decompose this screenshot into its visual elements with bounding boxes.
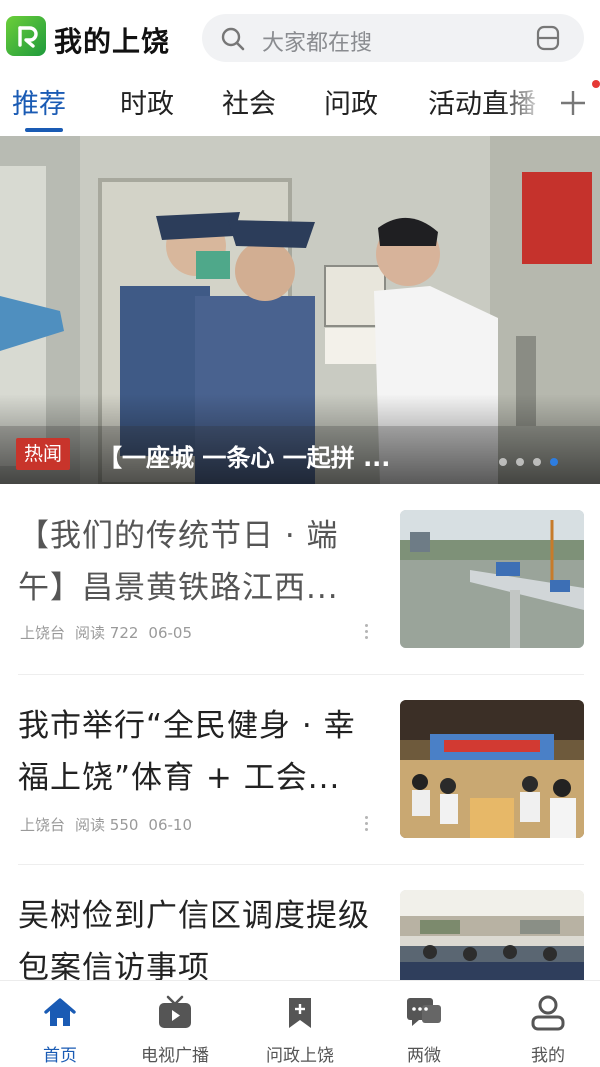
user-icon [531,995,565,1031]
news-thumbnail[interactable] [400,700,584,838]
news-meta: 上饶台 阅读 550 06-10 [20,814,202,835]
tab-society[interactable]: 社会 [222,82,276,121]
tab-recommend[interactable]: 推荐 [12,82,66,121]
nav-label: 两微 [407,1046,441,1066]
nav-inquiry[interactable]: 问政上饶 [240,981,360,1067]
news-reads: 阅读 722 [75,624,139,642]
nav-home[interactable]: 首页 [0,981,120,1067]
carousel-dot[interactable] [516,458,524,466]
scan-icon[interactable] [534,24,562,52]
news-source: 上饶台 [20,624,66,642]
app-logo-icon [6,16,46,56]
news-item[interactable]: 【我们的传统节日 · 端午】昌景黄铁路江西... 上饶台 阅读 722 06-05 [0,484,600,674]
news-date: 06-10 [148,816,193,834]
nav-label: 我的 [531,1046,565,1066]
news-source: 上饶台 [20,816,66,834]
news-reads: 阅读 550 [75,816,139,834]
headline-banner[interactable]: 热闻 【一座城 一条心 一起拼 ... [0,136,600,484]
nav-tv-radio[interactable]: 电视广播 [115,981,235,1067]
carousel-dots [499,458,558,466]
chat-icon [407,998,441,1026]
banner-title[interactable]: 【一座城 一条心 一起拼 ... [98,438,390,473]
hot-news-badge: 热闻 [16,438,71,470]
nav-profile[interactable]: 我的 [488,981,600,1067]
tv-icon [159,995,191,1028]
tab-fade [500,80,552,130]
category-tabs: 推荐 时政 社会 问政 活动直播 [0,80,600,136]
tab-politics[interactable]: 时政 [120,82,174,121]
news-title[interactable]: 吴树俭到广信区调度提级包案信访事项 [18,890,380,994]
carousel-dot[interactable] [533,458,541,466]
nav-label: 首页 [43,1046,77,1066]
notification-dot [592,80,600,88]
bottom-navigation: 首页 电视广播 问政上饶 两微 我的 [0,980,600,1067]
news-title[interactable]: 我市举行“全民健身 · 幸福上饶”体育 + 工会... [18,700,380,804]
news-thumbnail[interactable] [400,890,584,980]
nav-label: 电视广播 [141,1046,209,1066]
news-meta: 上饶台 阅读 722 06-05 [20,622,202,643]
search-icon [221,27,245,51]
active-tab-indicator [25,128,63,132]
carousel-dot[interactable] [499,458,507,466]
nav-label: 问政上饶 [266,1046,334,1066]
news-date: 06-05 [148,624,193,642]
app-title: 我的上饶 [54,25,171,58]
home-icon [44,998,76,1026]
search-placeholder: 大家都在搜 [262,31,373,56]
news-item[interactable]: 吴树俭到广信区调度提级包案信访事项 [0,864,600,986]
tab-inquiry[interactable]: 问政 [324,82,378,121]
app-header: 我的上饶 大家都在搜 [0,0,600,76]
search-bar[interactable]: 大家都在搜 [202,14,584,62]
bookmark-icon [289,998,311,1028]
news-item[interactable]: 我市举行“全民健身 · 幸福上饶”体育 + 工会... 上饶台 阅读 550 06-… [0,674,600,864]
nav-weibo-wechat[interactable]: 两微 [364,981,484,1067]
add-channel-icon[interactable] [556,86,590,120]
carousel-dot-active[interactable] [550,458,558,466]
news-title[interactable]: 【我们的传统节日 · 端午】昌景黄铁路江西... [18,510,380,614]
news-thumbnail[interactable] [400,510,584,648]
more-options-icon[interactable] [362,624,370,640]
more-options-icon[interactable] [362,816,370,832]
